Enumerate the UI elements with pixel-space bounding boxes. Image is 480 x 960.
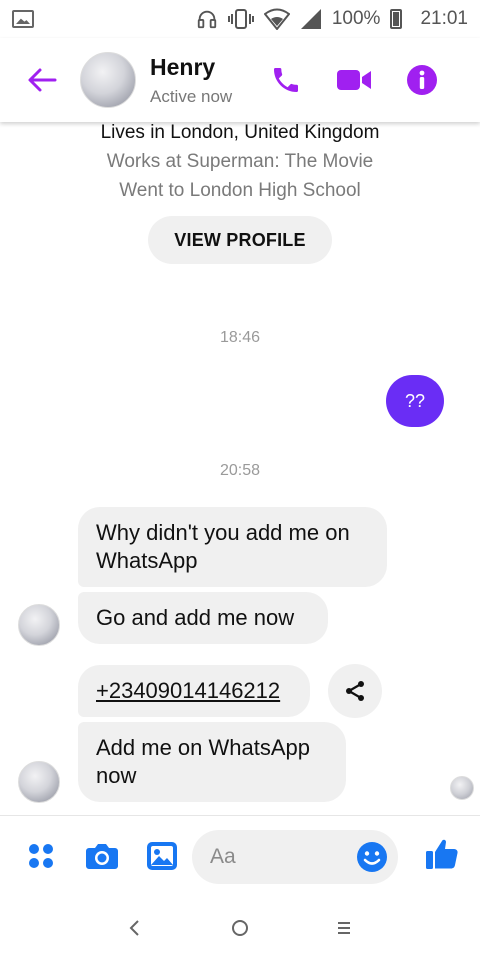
gallery-notification-icon: [12, 10, 34, 28]
nav-menu-icon: [338, 922, 350, 934]
message-timestamp: 18:46: [219, 329, 261, 346]
contact-name: Henry: [150, 53, 216, 80]
view-profile-button[interactable]: VIEW PROFILE: [148, 216, 332, 264]
emoji-button[interactable]: [356, 841, 388, 873]
info-icon: [407, 65, 437, 95]
incoming-message[interactable]: Why didn't you add me on WhatsApp: [78, 507, 387, 587]
system-navigation-bar: [0, 896, 480, 960]
message-timestamp: 20:58: [219, 462, 261, 479]
contact-info[interactable]: Henry Active now: [150, 54, 232, 107]
contact-avatar[interactable]: [80, 52, 136, 108]
thumbs-up-icon: [426, 839, 458, 869]
seen-indicator-avatar: [450, 776, 474, 800]
message-composer: [0, 815, 480, 895]
profile-details: Lives in London, United Kingdom Works at…: [0, 118, 480, 205]
message-input[interactable]: [210, 845, 340, 869]
video-call-icon: [337, 70, 371, 90]
camera-button[interactable]: [80, 834, 124, 878]
sender-avatar[interactable]: [18, 761, 60, 803]
nav-back-icon: [129, 920, 139, 936]
phone-number-link[interactable]: +23409014146212: [96, 678, 280, 703]
outgoing-message[interactable]: ??: [386, 375, 444, 427]
contact-status: Active now: [150, 86, 233, 106]
gallery-button[interactable]: [140, 834, 184, 878]
incoming-phone-message[interactable]: +23409014146212: [78, 665, 310, 717]
info-button[interactable]: [402, 60, 442, 100]
wifi-icon: [263, 8, 290, 30]
sender-avatar[interactable]: [18, 604, 60, 646]
clock: 21:01: [420, 8, 468, 29]
nav-menu-button[interactable]: [326, 912, 362, 944]
battery-icon: [390, 9, 403, 29]
share-icon: [346, 681, 364, 701]
like-button[interactable]: [420, 832, 464, 876]
profile-location: Lives in London, United Kingdom: [100, 122, 380, 143]
battery-percentage: 100%: [331, 8, 381, 29]
nav-home-button[interactable]: [222, 912, 258, 944]
nav-home-icon: [232, 920, 248, 936]
chat-header: Henry Active now: [0, 38, 480, 122]
vibrate-icon: [227, 8, 254, 30]
status-bar: 100% 21:01: [0, 0, 480, 38]
more-actions-button[interactable]: [19, 834, 63, 878]
message-input-container: [192, 830, 398, 884]
share-button[interactable]: [328, 664, 382, 718]
headphones-icon: [196, 8, 218, 30]
signal-icon: [300, 8, 322, 30]
incoming-message[interactable]: Add me on WhatsApp now: [78, 722, 346, 802]
camera-icon: [86, 844, 118, 869]
emoji-icon: [357, 842, 387, 872]
video-call-button[interactable]: [334, 60, 374, 100]
profile-education: Went to London High School: [119, 180, 361, 201]
back-arrow-icon: [28, 68, 57, 92]
gallery-icon: [147, 842, 177, 870]
menu-dots-icon: [29, 844, 53, 868]
phone-icon: [274, 68, 298, 92]
nav-back-button[interactable]: [116, 912, 152, 944]
back-button[interactable]: [16, 54, 68, 106]
incoming-message[interactable]: Go and add me now: [78, 592, 328, 644]
profile-work: Works at Superman: The Movie: [106, 151, 374, 172]
voice-call-button[interactable]: [266, 60, 306, 100]
